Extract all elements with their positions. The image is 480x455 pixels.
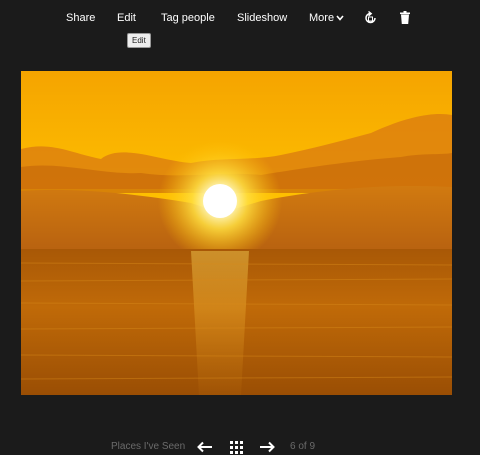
edit-button[interactable]: Edit <box>117 12 136 25</box>
photo-image <box>21 71 452 395</box>
more-label: More <box>309 12 335 24</box>
chevron-down-icon <box>336 15 344 21</box>
trash-icon[interactable] <box>400 11 410 24</box>
slideshow-button[interactable]: Slideshow <box>237 12 287 25</box>
photo-toolbar: Share Edit Tag people Slideshow More <box>0 0 480 38</box>
arrow-left-icon[interactable] <box>197 441 213 453</box>
rotate-icon[interactable] <box>364 11 377 25</box>
edit-tooltip: Edit <box>127 33 151 48</box>
tag-people-button[interactable]: Tag people <box>161 12 215 25</box>
album-name-link[interactable]: Places I've Seen <box>111 441 185 452</box>
more-menu-button[interactable]: More <box>309 12 344 25</box>
photo-counter: 6 of 9 <box>290 441 316 452</box>
grid-icon[interactable] <box>230 441 243 454</box>
arrow-right-icon[interactable] <box>259 441 275 453</box>
sunset-photo[interactable] <box>21 71 452 395</box>
share-button[interactable]: Share <box>66 12 95 25</box>
